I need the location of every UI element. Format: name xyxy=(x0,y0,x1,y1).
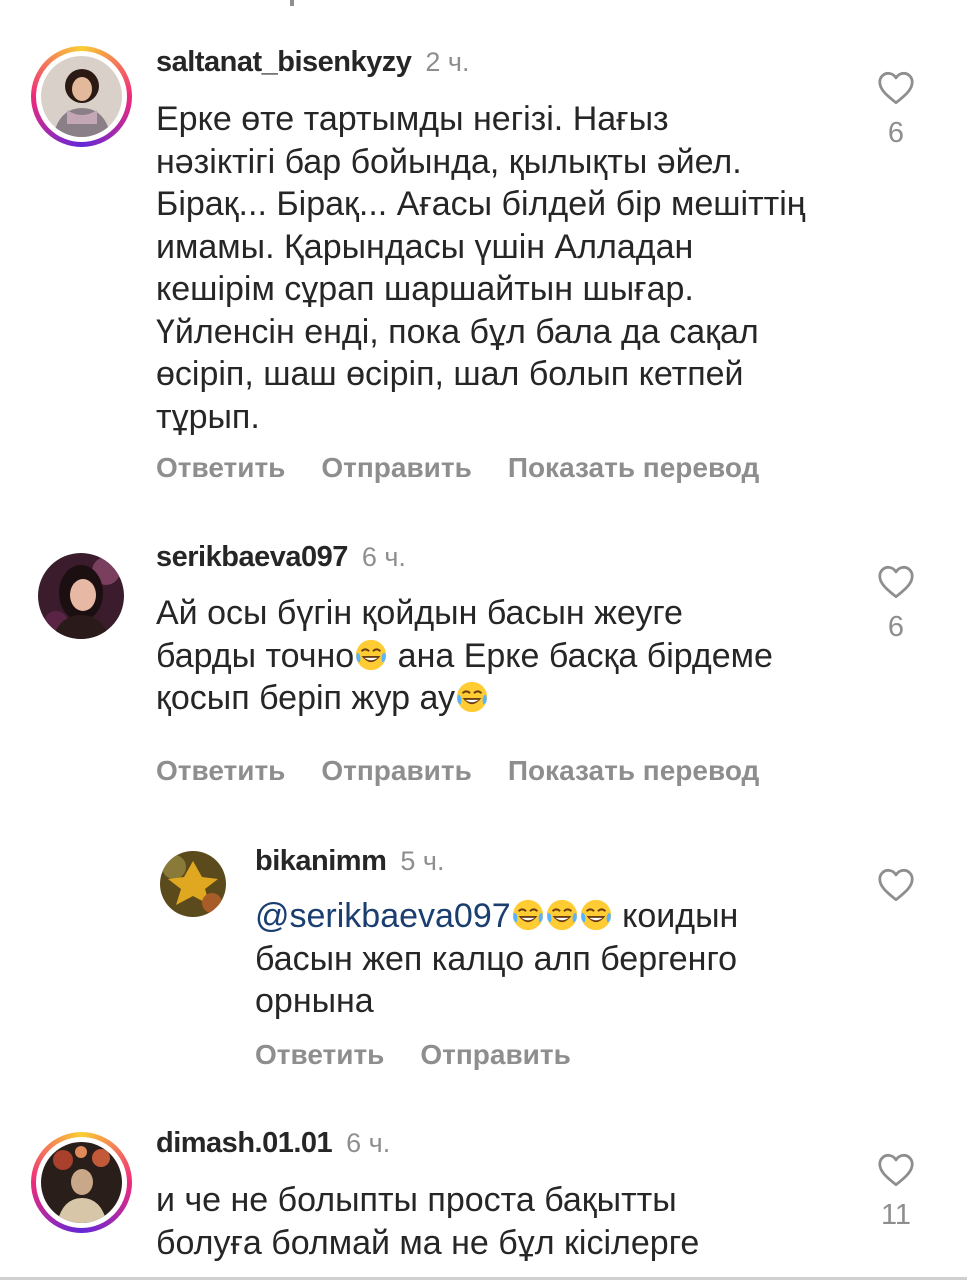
show-translation-button[interactable]: Показать перевод xyxy=(508,755,760,786)
reply-button[interactable]: Ответить xyxy=(156,755,285,786)
tears-of-joy-emoji-icon xyxy=(356,639,387,670)
comment-text: Ерке өте тартымды негізі. Нағыз нәзіктіг… xyxy=(156,100,806,436)
comment-text: @serikbaeva097 коидын басын жеп калцо ал… xyxy=(255,897,739,1020)
reply-button[interactable]: Ответить xyxy=(255,1039,384,1070)
avatar[interactable] xyxy=(31,46,132,147)
tears-of-joy-emoji-icon xyxy=(580,899,611,931)
reply-button[interactable]: Ответить xyxy=(156,452,285,483)
username[interactable]: serikbaeva097 xyxy=(156,541,348,573)
tears-of-joy-emoji-icon xyxy=(456,681,488,713)
comment-time: 6 ч. xyxy=(346,1128,391,1158)
heart-outline-icon[interactable] xyxy=(877,868,915,902)
send-button[interactable]: Отправить xyxy=(321,452,471,483)
heart-outline-icon[interactable] xyxy=(877,1153,915,1187)
comments-page: saltanat_bisenkyzy 2 ч. Ерке өте тартымды… xyxy=(0,0,967,1280)
comment-time: 2 ч. xyxy=(425,47,470,77)
avatar[interactable] xyxy=(38,553,124,639)
comment-time: 5 ч. xyxy=(400,846,445,876)
heart-outline-icon[interactable] xyxy=(877,565,915,599)
heart-outline-icon[interactable] xyxy=(877,71,915,105)
comment-text: и че не болыпты проста бақытты болуға бо… xyxy=(156,1181,700,1262)
avatar[interactable] xyxy=(160,851,226,917)
send-button[interactable]: Отправить xyxy=(420,1039,570,1070)
send-button[interactable]: Отправить xyxy=(321,755,471,786)
tears-of-joy-emoji-icon xyxy=(546,899,577,931)
username[interactable]: dimash.01.01 xyxy=(156,1127,333,1159)
tears-of-joy-emoji-icon xyxy=(512,899,543,931)
avatar[interactable] xyxy=(31,1132,132,1233)
username[interactable]: bikanimm xyxy=(255,845,387,877)
previous-comment-fragment xyxy=(290,0,294,6)
comment-time: 6 ч. xyxy=(361,542,406,572)
comment-text: Ай осы бүгін қойдын басын жеуге барды то… xyxy=(156,594,773,717)
show-translation-button[interactable]: Показать перевод xyxy=(508,452,760,483)
like-count: 6 xyxy=(887,117,905,149)
user-mention-link[interactable]: @serikbaeva097 xyxy=(255,897,511,935)
like-count: 6 xyxy=(887,611,905,643)
username[interactable]: saltanat_bisenkyzy xyxy=(156,46,412,78)
like-count: 11 xyxy=(880,1199,912,1231)
